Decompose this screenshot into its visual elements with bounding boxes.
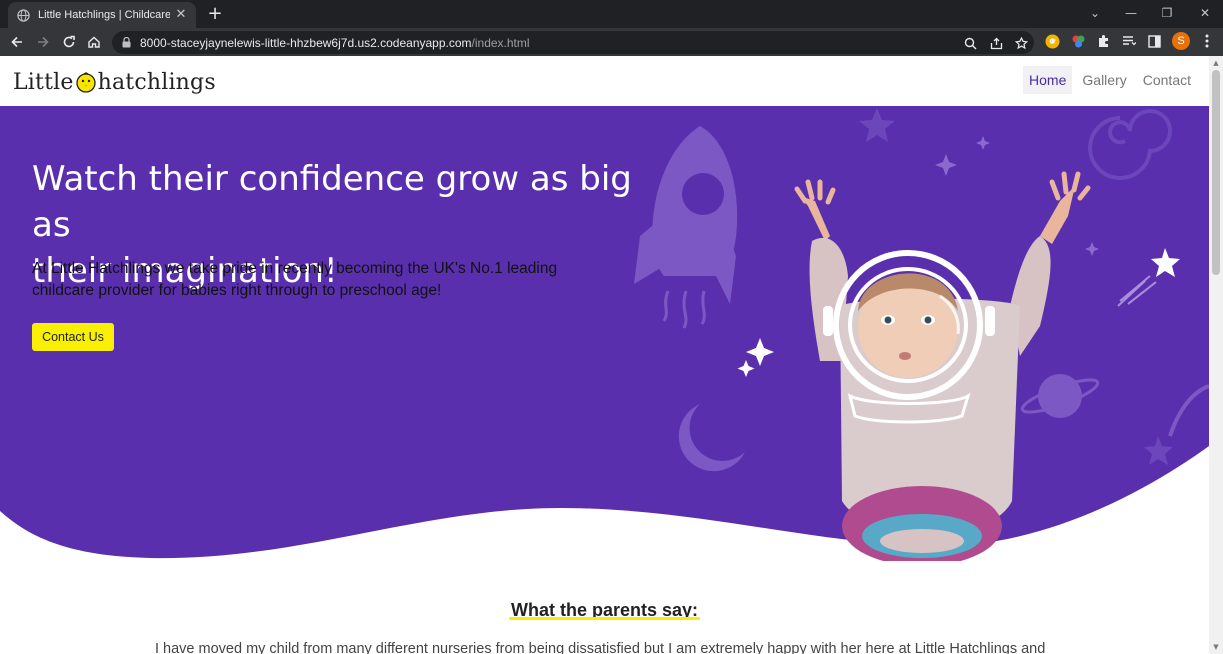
extensions-puzzle-icon[interactable]	[1096, 33, 1112, 49]
page-viewport: Little hatchlings Home Gallery Contact W…	[0, 56, 1209, 654]
reading-list-icon[interactable]	[1121, 33, 1137, 49]
testimonials-heading: What the parents say:	[0, 600, 1209, 621]
page-scrollbar[interactable]: ▲ ▼	[1209, 56, 1223, 654]
lock-icon[interactable]	[122, 37, 132, 49]
testimonial-text: I have moved my child from many differen…	[155, 641, 1046, 654]
hero-heading-part: Watch their	[32, 159, 239, 199]
back-icon[interactable]	[7, 32, 27, 52]
nav-home[interactable]: Home	[1023, 66, 1073, 94]
address-bar[interactable]: 8000-staceyjaynelewis-little-hhzbew6j7d.…	[112, 31, 1034, 54]
menu-kebab-icon[interactable]	[1199, 33, 1215, 49]
side-panel-icon[interactable]	[1146, 33, 1162, 49]
hero-highlight-big: big	[579, 156, 632, 202]
url-text: 8000-staceyjaynelewis-little-hhzbew6j7d.…	[140, 36, 530, 50]
window-close-icon[interactable]: ✕	[1187, 0, 1223, 26]
globe-icon	[16, 8, 30, 22]
forward-icon[interactable]	[33, 32, 53, 52]
bookmark-star-icon[interactable]	[1013, 35, 1029, 51]
extension-g-icon[interactable]	[1044, 33, 1060, 49]
logo-text-right: hatchlings	[97, 69, 216, 95]
browser-toolbar: 8000-staceyjaynelewis-little-hhzbew6j7d.…	[0, 28, 1223, 56]
hero-heading-part: as	[32, 205, 71, 245]
nav-gallery[interactable]: Gallery	[1076, 66, 1132, 94]
home-icon[interactable]	[84, 32, 104, 52]
new-tab-icon[interactable]: +	[205, 4, 225, 24]
zoom-icon[interactable]	[962, 35, 978, 51]
browser-tab-bar: Little Hatchlings | Childcare Nurs ✕ + ⌄…	[0, 0, 1223, 28]
hero-heading-part: grow as	[424, 159, 580, 199]
minimize-icon[interactable]: —	[1113, 0, 1149, 26]
testimonials-heading-text: What the parents say:	[508, 600, 701, 620]
logo-text-left: Little	[13, 69, 74, 95]
tab-title: Little Hatchlings | Childcare Nurs	[38, 9, 170, 21]
nav-contact[interactable]: Contact	[1137, 66, 1197, 94]
reload-icon[interactable]	[59, 32, 79, 52]
extension-color-icon[interactable]	[1070, 33, 1086, 49]
site-logo[interactable]: Little hatchlings	[13, 67, 216, 97]
hero-highlight-confidence: confidence	[239, 156, 425, 202]
restore-icon[interactable]: ❐	[1149, 0, 1185, 26]
hero-heading-highlight: big	[579, 159, 632, 199]
scroll-down-arrow-icon[interactable]: ▼	[1212, 643, 1220, 651]
tab-close-icon[interactable]: ✕	[174, 8, 188, 22]
hero-heading-highlight: confidence	[238, 159, 425, 199]
main-nav: Home Gallery Contact	[1023, 66, 1197, 94]
url-host: 8000-staceyjaynelewis-little-hhzbew6j7d.…	[140, 35, 472, 50]
site-header: Little hatchlings Home Gallery Contact	[0, 56, 1209, 106]
share-icon[interactable]	[988, 35, 1004, 51]
browser-tab[interactable]: Little Hatchlings | Childcare Nurs ✕	[8, 2, 196, 28]
scroll-up-arrow-icon[interactable]: ▲	[1212, 59, 1220, 67]
hero-section: Watch their confidence grow as big as the…	[0, 106, 1209, 561]
chick-icon	[75, 72, 96, 93]
contact-us-button[interactable]: Contact Us	[32, 323, 114, 351]
profile-avatar[interactable]: S	[1172, 32, 1190, 50]
hero-description: At Little Hatchlings we take pride in re…	[32, 260, 558, 299]
url-path: /index.html	[471, 35, 530, 50]
scrollbar-thumb[interactable]	[1212, 70, 1220, 275]
tab-search-icon[interactable]: ⌄	[1077, 0, 1113, 26]
